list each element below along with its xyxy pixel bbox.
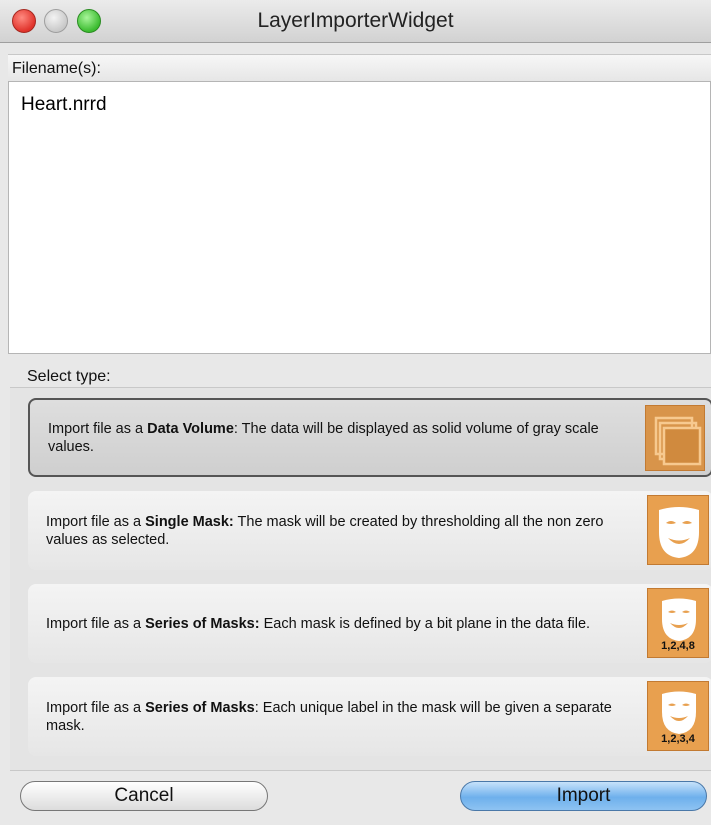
window-title: LayerImporterWidget <box>257 9 454 32</box>
type-options-list: Import file as a Data Volume: The data w… <box>10 387 711 771</box>
option-data-volume[interactable]: Import file as a Data Volume: The data w… <box>28 398 711 477</box>
mask-icon <box>647 495 709 565</box>
option-description: Import file as a Data Volume: The data w… <box>48 420 599 455</box>
import-button[interactable]: Import <box>460 781 707 811</box>
option-bitplane-masks[interactable]: Import file as a Series of Masks: Each m… <box>28 584 711 663</box>
label-values-label: 1,2,3,4 <box>661 733 695 745</box>
filenames-header: Filename(s): <box>8 54 711 82</box>
data-volume-icon <box>645 405 705 471</box>
cancel-button[interactable]: Cancel <box>20 781 268 811</box>
bitplane-masks-icon: 1,2,4,8 <box>647 588 709 658</box>
option-description: Import file as a Series of Masks: Each u… <box>46 699 612 734</box>
option-single-mask[interactable]: Import file as a Single Mask: The mask w… <box>28 491 711 570</box>
select-type-label: Select type: <box>27 368 111 385</box>
title-bar: LayerImporterWidget <box>0 0 711 43</box>
layer-importer-window: LayerImporterWidget Filename(s): Heart.n… <box>0 0 711 825</box>
bitplane-values-label: 1,2,4,8 <box>661 640 695 652</box>
option-label-masks[interactable]: Import file as a Series of Masks: Each u… <box>28 677 711 756</box>
label-masks-icon: 1,2,3,4 <box>647 681 709 751</box>
filenames-list[interactable]: Heart.nrrd <box>8 82 711 354</box>
option-description: Import file as a Series of Masks: Each m… <box>46 615 591 632</box>
option-description: Import file as a Single Mask: The mask w… <box>46 513 604 548</box>
filename-item[interactable]: Heart.nrrd <box>21 94 107 116</box>
